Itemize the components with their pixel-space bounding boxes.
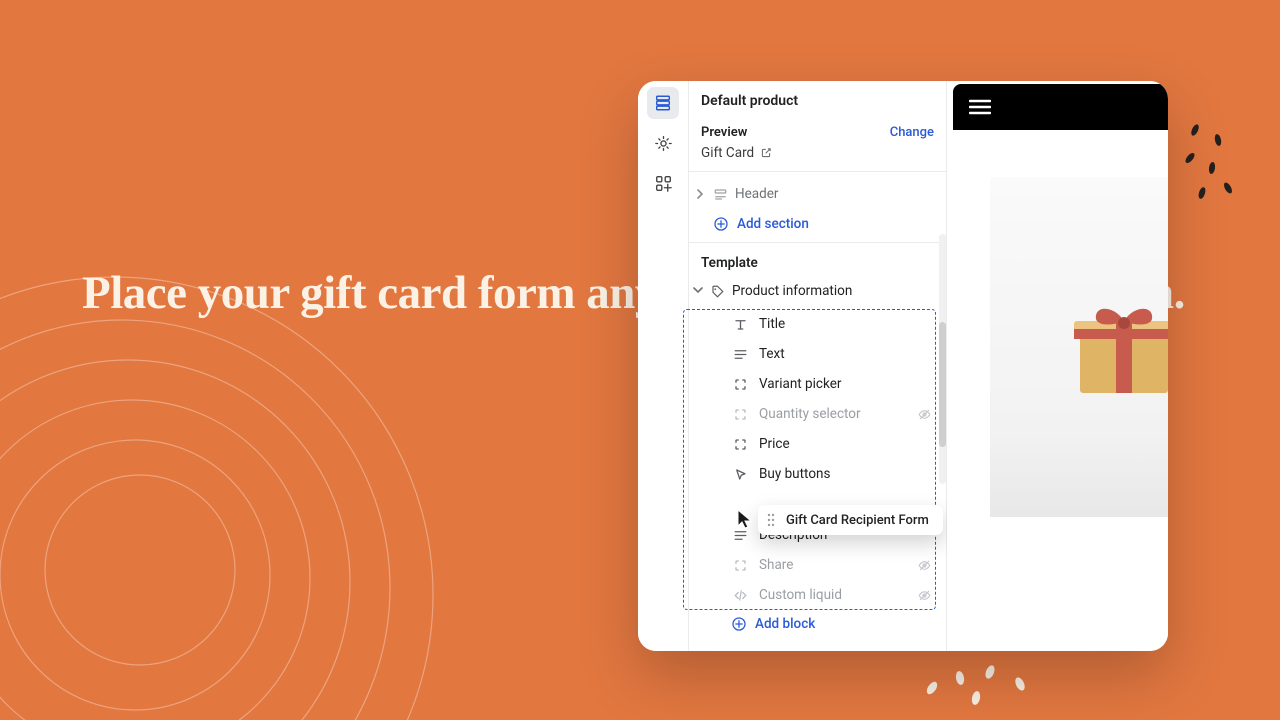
block-label: Buy buttons <box>759 466 934 482</box>
brackets-icon <box>732 407 748 422</box>
gear-icon <box>655 135 672 152</box>
block-row-variant-picker[interactable]: Variant picker <box>689 369 946 399</box>
gift-box-illustration <box>1074 299 1168 397</box>
product-information-label: Product information <box>732 283 852 299</box>
block-label: Share <box>759 557 906 573</box>
hidden-icon <box>917 588 932 603</box>
external-link-icon <box>760 147 772 159</box>
sections-rail-button[interactable] <box>647 87 679 119</box>
cursor-icon <box>732 467 748 482</box>
block-row-title[interactable]: Title <box>689 309 946 339</box>
block-row-share[interactable]: Share <box>689 550 946 580</box>
chevron-right-icon <box>693 188 706 201</box>
template-subheading: Template <box>689 243 946 279</box>
product-image-placeholder <box>990 177 1168 517</box>
code-icon <box>732 588 748 603</box>
drag-handle-icon <box>766 513 776 527</box>
block-label: Text <box>759 346 934 362</box>
apps-icon <box>655 175 672 192</box>
block-row-text[interactable]: Text <box>689 339 946 369</box>
app-screenshot-stage: Place your gift card form anywhere in th… <box>0 0 1280 720</box>
sprinkle-decoration <box>1180 118 1240 208</box>
editor-icon-rail <box>638 81 689 651</box>
product-information-row[interactable]: Product information <box>689 279 946 305</box>
block-label: Price <box>759 436 934 452</box>
header-section-row[interactable]: Header <box>689 180 946 208</box>
add-section-label: Add section <box>737 216 809 232</box>
block-label: Custom liquid <box>759 587 906 603</box>
apps-rail-button[interactable] <box>647 167 679 199</box>
block-row-price[interactable]: Price <box>689 429 946 459</box>
add-section-button[interactable]: Add section <box>689 208 946 242</box>
panel-title: Default product <box>701 93 934 109</box>
blocks-dropzone[interactable]: Title Text Variant picker Quantity selector… <box>689 309 946 610</box>
add-block-button[interactable]: Add block <box>689 610 946 642</box>
block-label: Title <box>759 316 934 332</box>
text-icon <box>732 347 748 362</box>
preview-label: Preview <box>701 125 747 140</box>
type-icon <box>732 317 748 332</box>
brackets-icon <box>732 437 748 452</box>
editor-card: Default product Preview Change Gift Card <box>638 81 1168 651</box>
brackets-icon <box>732 377 748 392</box>
block-label: Quantity selector <box>759 406 906 422</box>
header-icon <box>713 187 728 202</box>
section-list: Header Add section Template <box>689 172 946 642</box>
panel-header: Default product Preview Change Gift Card <box>689 81 946 172</box>
sections-panel: Default product Preview Change Gift Card <box>689 81 947 651</box>
hamburger-icon[interactable] <box>969 99 991 115</box>
block-label: Variant picker <box>759 376 934 392</box>
block-row-custom-liquid[interactable]: Custom liquid <box>689 580 946 610</box>
theme-preview-pane <box>947 81 1168 651</box>
dragging-block-label: Gift Card Recipient Form <box>786 513 929 528</box>
change-preview-link[interactable]: Change <box>890 125 934 140</box>
header-section-label: Header <box>735 186 778 202</box>
preview-value[interactable]: Gift Card <box>701 145 934 161</box>
add-block-label: Add block <box>755 616 815 632</box>
text-icon <box>732 528 748 543</box>
settings-rail-button[interactable] <box>647 127 679 159</box>
block-row-quantity-selector[interactable]: Quantity selector <box>689 399 946 429</box>
chevron-down-icon <box>693 283 703 299</box>
dragging-block-chip[interactable]: Gift Card Recipient Form <box>758 505 943 535</box>
hidden-icon <box>917 558 932 573</box>
hidden-icon <box>917 407 932 422</box>
block-row-buy-buttons[interactable]: Buy buttons <box>689 459 946 489</box>
brackets-icon <box>732 558 748 573</box>
preview-value-text: Gift Card <box>701 145 754 161</box>
sections-icon <box>654 94 672 112</box>
tag-icon <box>710 284 725 299</box>
plus-circle-icon <box>731 616 747 632</box>
preview-topbar <box>953 84 1168 130</box>
plus-circle-icon <box>713 216 729 232</box>
sprinkle-decoration <box>920 650 1050 710</box>
